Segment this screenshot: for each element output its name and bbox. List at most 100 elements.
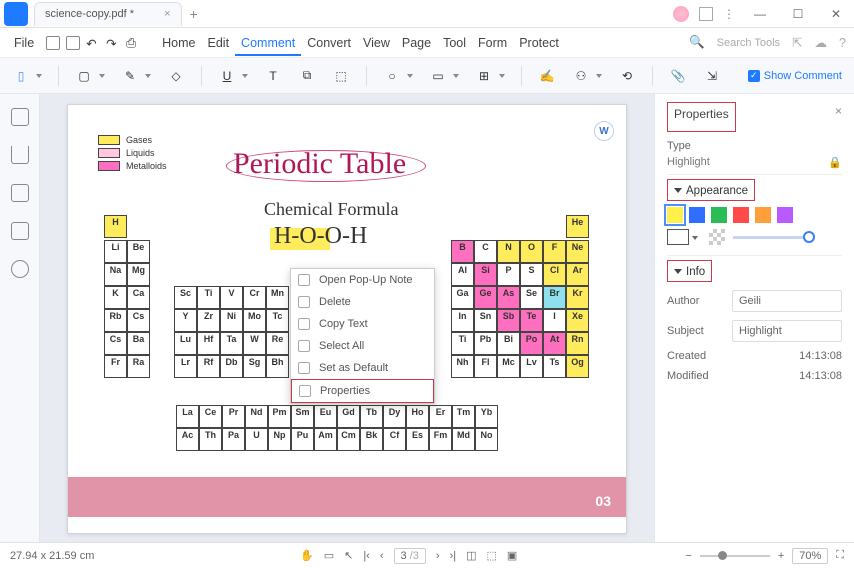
bookmarks-icon[interactable] (11, 146, 29, 164)
element-Mg: Mg (127, 263, 150, 286)
share-icon[interactable]: ⇱ (792, 35, 802, 50)
panel-close-icon[interactable]: × (835, 104, 842, 118)
word-export-badge[interactable]: W (594, 121, 614, 141)
page-input[interactable]: 3 (401, 550, 407, 562)
author-input[interactable] (732, 290, 842, 312)
document-tab[interactable]: science-copy.pdf * × (34, 2, 182, 26)
ctx-open-pop-up-note[interactable]: Open Pop-Up Note (291, 269, 434, 291)
element-Np: Np (268, 428, 291, 451)
zoom-in-icon[interactable]: + (778, 550, 784, 562)
prev-page-icon[interactable]: ‹ (380, 550, 384, 562)
color-swatch[interactable] (733, 207, 749, 223)
view-mode-icon[interactable]: ▣ (507, 549, 517, 562)
callout-tool-icon[interactable]: ⬚ (332, 67, 350, 85)
hand-tool-icon[interactable]: ✋ (300, 549, 314, 562)
menu-form[interactable]: Form (472, 32, 513, 54)
more-icon[interactable]: ⋮ (723, 7, 736, 21)
next-page-icon[interactable]: › (436, 550, 440, 562)
redo-icon[interactable]: ↷ (106, 36, 120, 50)
menu-tool[interactable]: Tool (437, 32, 472, 54)
text-tool-icon[interactable]: T (264, 67, 282, 85)
fit-width-icon[interactable]: ◫ (466, 549, 476, 562)
ctx-set-as-default[interactable]: Set as Default (291, 357, 434, 379)
note-tool-icon[interactable]: ▢ (75, 67, 93, 85)
menu-home[interactable]: Home (156, 32, 201, 54)
comments-panel-icon[interactable] (11, 184, 29, 202)
color-picker[interactable] (667, 229, 689, 245)
zoom-slider[interactable] (700, 555, 770, 557)
opacity-slider[interactable] (733, 236, 809, 239)
subject-input[interactable] (732, 320, 842, 342)
mail-icon[interactable] (66, 36, 80, 50)
tab-close-icon[interactable]: × (164, 8, 170, 20)
apps-icon[interactable] (699, 7, 713, 21)
search-panel-icon[interactable] (11, 260, 29, 278)
link-tool-icon[interactable]: ⟲ (618, 67, 636, 85)
color-swatch[interactable] (777, 207, 793, 223)
underline-tool-icon[interactable]: U (218, 67, 236, 85)
element-Tb: Tb (360, 405, 383, 428)
export-tool-icon[interactable]: ⇲ (703, 67, 721, 85)
eraser-tool-icon[interactable]: ◇ (167, 67, 185, 85)
sign-tool-icon[interactable]: ✍ (538, 67, 556, 85)
cloud-icon[interactable]: ☁ (815, 35, 828, 50)
attachments-icon[interactable] (11, 222, 29, 240)
color-swatch[interactable] (711, 207, 727, 223)
fit-page-icon[interactable]: ⬚ (487, 549, 497, 562)
last-page-icon[interactable]: ›| (450, 550, 457, 562)
shape-tool-icon[interactable]: ○ (383, 67, 401, 85)
lock-icon[interactable]: 🔒 (828, 156, 842, 169)
new-tab-button[interactable]: + (190, 6, 198, 22)
color-swatch[interactable] (755, 207, 771, 223)
account-avatar[interactable] (673, 6, 689, 22)
textbox-tool-icon[interactable]: ⧉ (298, 67, 316, 85)
element-Hf: Hf (197, 332, 220, 355)
element-Ts: Ts (543, 355, 566, 378)
ctx-properties[interactable]: Properties (291, 379, 434, 403)
element-Ti: Ti (197, 286, 220, 309)
help-icon[interactable]: ? (839, 36, 846, 50)
highlight-tool-icon[interactable]: ▯ (12, 67, 30, 85)
element-Ta: Ta (220, 332, 243, 355)
pointer-tool-icon[interactable]: ↖ (344, 549, 353, 562)
document-viewport[interactable]: W Gases Liquids Metalloids Periodic Tabl… (40, 94, 654, 542)
undo-icon[interactable]: ↶ (86, 36, 100, 50)
ctx-select-all[interactable]: Select All (291, 335, 434, 357)
element-Br: Br (543, 286, 566, 309)
menu-convert[interactable]: Convert (301, 32, 357, 54)
element-Ac: Ac (176, 428, 199, 451)
close-window-button[interactable]: ✕ (822, 4, 850, 24)
measure-tool-icon[interactable]: ⊞ (475, 67, 493, 85)
minimize-button[interactable]: — (746, 4, 774, 24)
print-icon[interactable]: ⎙ (126, 36, 140, 50)
menu-view[interactable]: View (357, 32, 396, 54)
menu-edit[interactable]: Edit (202, 32, 236, 54)
menubar: File ↶ ↷ ⎙ HomeEditCommentConvertViewPag… (0, 28, 854, 58)
people-tool-icon[interactable]: ⚇ (572, 67, 590, 85)
color-swatch[interactable] (667, 207, 683, 223)
element-Po: Po (520, 332, 543, 355)
zoom-value[interactable]: 70% (792, 548, 828, 564)
show-comment-toggle[interactable]: ✓ Show Comment (748, 70, 842, 82)
info-section[interactable]: Info (668, 263, 711, 281)
menu-file[interactable]: File (8, 32, 40, 54)
select-tool-icon[interactable]: ▭ (324, 549, 334, 562)
zoom-out-icon[interactable]: − (685, 550, 691, 562)
menu-comment[interactable]: Comment (235, 32, 301, 56)
appearance-section[interactable]: Appearance (668, 182, 754, 200)
pencil-tool-icon[interactable]: ✎ (121, 67, 139, 85)
attach-tool-icon[interactable]: 📎 (669, 67, 687, 85)
search-input[interactable]: Search Tools (717, 37, 780, 49)
menu-page[interactable]: Page (396, 32, 437, 54)
color-swatch[interactable] (689, 207, 705, 223)
ctx-copy-text[interactable]: Copy Text (291, 313, 434, 335)
menu-protect[interactable]: Protect (513, 32, 565, 54)
thumbnails-icon[interactable] (11, 108, 29, 126)
element-Be: Be (127, 240, 150, 263)
maximize-button[interactable]: ☐ (784, 4, 812, 24)
first-page-icon[interactable]: |‹ (363, 550, 370, 562)
fullscreen-icon[interactable]: ⛶ (836, 549, 844, 562)
save-icon[interactable] (46, 36, 60, 50)
stamp-tool-icon[interactable]: ▭ (429, 67, 447, 85)
ctx-delete[interactable]: Delete (291, 291, 434, 313)
